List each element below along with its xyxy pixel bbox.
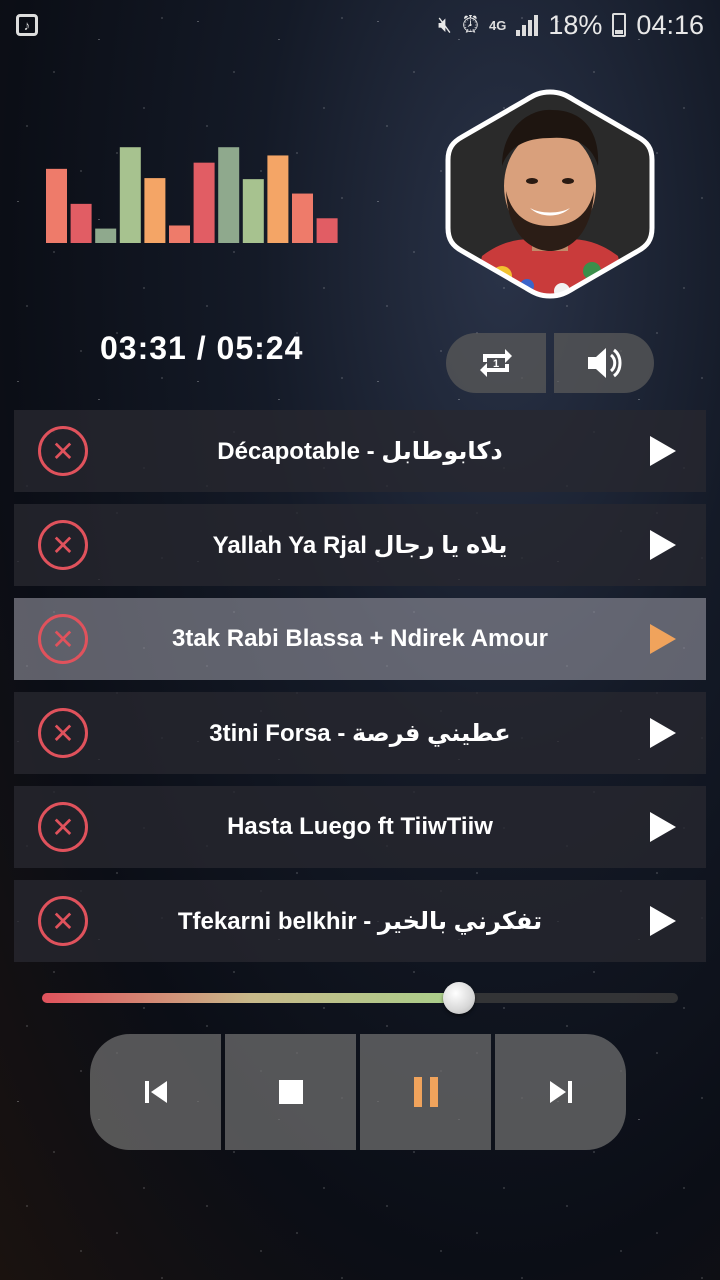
time-display: 03:31 / 05:24 (100, 330, 304, 366)
mute-icon: 🔇︎ (437, 12, 452, 37)
equalizer-bar (193, 162, 215, 243)
track-title: Décapotable - دكابوطابل (217, 437, 503, 465)
playlist-row[interactable]: ✕ Tfekarni belkhir - تفكرني بالخير (14, 880, 706, 962)
remove-track-button[interactable]: ✕ (38, 614, 88, 664)
track-title: 3tak Rabi Blassa + Ndirek Amour (172, 625, 548, 652)
remove-track-button[interactable]: ✕ (38, 708, 88, 758)
equalizer-bar (144, 178, 166, 243)
equalizer-bar (70, 203, 92, 243)
repeat-one-icon: 1 (480, 349, 512, 377)
equalizer-bar (316, 218, 338, 243)
playlist-row[interactable]: ✕ 3tak Rabi Blassa + Ndirek Amour (14, 598, 706, 680)
repeat-button[interactable]: 1 (446, 333, 546, 393)
seek-bar[interactable] (42, 982, 678, 1014)
volume-icon (588, 348, 622, 378)
playlist-row[interactable]: ✕ Hasta Luego ft TiiwTiiw (14, 786, 706, 868)
seek-bar-thumb[interactable] (442, 982, 475, 1014)
equalizer-bar (218, 147, 240, 243)
battery-icon (612, 13, 627, 37)
play-track-icon[interactable] (650, 812, 676, 842)
seek-bar-fill (42, 993, 459, 1003)
alarm-icon: ⏰︎ (461, 12, 480, 37)
previous-icon (144, 1081, 167, 1103)
volume-button[interactable] (554, 333, 654, 393)
play-track-icon[interactable] (650, 530, 676, 560)
equalizer-bar (292, 193, 313, 243)
playlist: ✕ Décapotable - دكابوطابل ✕ Yallah Ya Rjal … (14, 410, 706, 974)
track-title: Yallah Ya Rjal يلاه يا رجال (212, 531, 508, 559)
previous-button[interactable] (90, 1034, 221, 1150)
clock: 04:16 (636, 9, 704, 40)
remove-track-button[interactable]: ✕ (38, 520, 88, 570)
signal-icon (516, 14, 539, 36)
network-type: 4G (489, 17, 507, 33)
music-note-icon: ♪ (16, 14, 38, 36)
play-track-icon[interactable] (650, 436, 676, 466)
battery-percent: 18% (548, 9, 603, 40)
playback-controls (90, 1034, 626, 1150)
equalizer-bar (46, 168, 67, 243)
remove-track-button[interactable]: ✕ (38, 426, 88, 476)
equalizer-bar (169, 225, 190, 243)
remove-track-button[interactable]: ✕ (38, 896, 88, 946)
equalizer-visualizer (46, 147, 338, 243)
stop-button[interactable] (225, 1034, 356, 1150)
track-title: Tfekarni belkhir - تفكرني بالخير (177, 907, 543, 935)
play-track-icon[interactable] (650, 906, 676, 936)
remove-track-button[interactable]: ✕ (38, 802, 88, 852)
pause-icon (413, 1077, 438, 1107)
next-icon (549, 1081, 572, 1103)
play-track-icon[interactable] (650, 624, 676, 654)
next-button[interactable] (495, 1034, 626, 1150)
playlist-row[interactable]: ✕ 3tini Forsa - عطيني فرصة (14, 692, 706, 774)
mode-buttons: 1 (446, 333, 654, 393)
stop-icon (278, 1080, 303, 1104)
equalizer-bar (267, 155, 289, 243)
track-title: 3tini Forsa - عطيني فرصة (209, 719, 511, 747)
playlist-row[interactable]: ✕ Yallah Ya Rjal يلاه يا رجال (14, 504, 706, 586)
playlist-row[interactable]: ✕ Décapotable - دكابوطابل (14, 410, 706, 492)
play-track-icon[interactable] (650, 718, 676, 748)
svg-text:1: 1 (493, 358, 499, 370)
artist-avatar (442, 86, 658, 302)
equalizer-bar (95, 228, 117, 243)
status-bar: ♪ 🔇︎ ⏰︎ 4G 18% 04:16 (0, 0, 720, 50)
equalizer-bar (242, 179, 264, 243)
pause-button[interactable] (360, 1034, 491, 1150)
track-title: Hasta Luego ft TiiwTiiw (227, 813, 493, 840)
equalizer-bar (119, 147, 141, 243)
